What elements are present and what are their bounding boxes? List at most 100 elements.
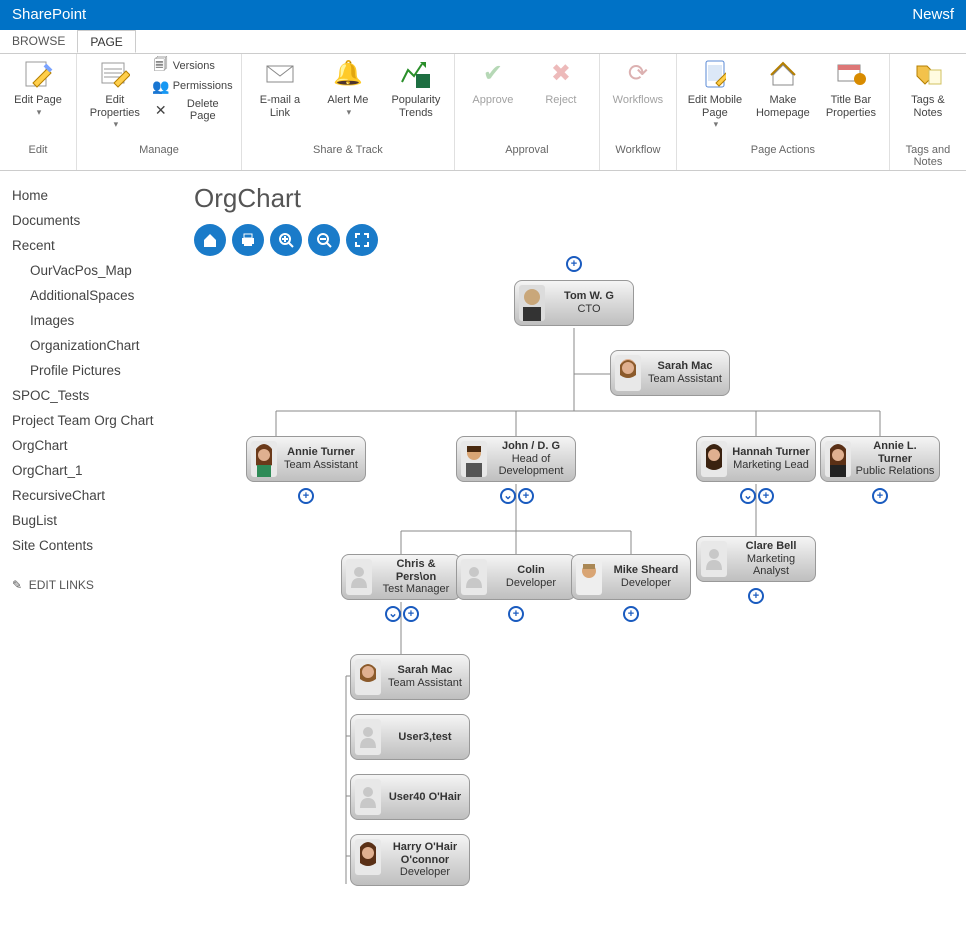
node-anniel[interactable]: Annie L. TurnerPublic Relations (820, 436, 940, 482)
home-button[interactable] (194, 224, 226, 256)
expand-icon[interactable]: + (518, 488, 534, 504)
trends-icon (400, 58, 432, 90)
make-homepage-button[interactable]: Make Homepage (753, 58, 813, 119)
expand-icon[interactable]: + (748, 588, 764, 604)
ribbon-group-approval: ✔Approve ✖Reject Approval (455, 54, 600, 170)
drill-icon[interactable]: ⌄ (740, 488, 756, 504)
ribbon-group-edit: Edit Page▾ Edit (0, 54, 77, 170)
node-sarah2[interactable]: Sarah MacTeam Assistant (350, 654, 470, 700)
node-john[interactable]: John / D. GHead of Development (456, 436, 576, 482)
node-harry[interactable]: Harry O'Hair O'connorDeveloper (350, 834, 470, 886)
email-icon (264, 58, 296, 90)
alert-me-button[interactable]: 🔔Alert Me▾ (318, 58, 378, 117)
sidebar-item-additional[interactable]: AdditionalSpaces (12, 283, 178, 308)
node-clare[interactable]: Clare BellMarketing Analyst (696, 536, 816, 582)
ribbon-group-tags: Tags & Notes Tags and Notes (890, 54, 966, 170)
workflow-icon: ⟳ (622, 58, 654, 90)
print-button[interactable] (232, 224, 264, 256)
permissions-button[interactable]: 👥Permissions (153, 78, 233, 94)
chevron-down-icon: ▾ (347, 107, 352, 117)
drill-icon[interactable]: ⌄ (385, 606, 401, 622)
permissions-icon: 👥 (153, 78, 169, 94)
topbar: SharePoint Newsf (0, 0, 966, 30)
sidebar-item-recur[interactable]: RecursiveChart (12, 483, 178, 508)
versions-icon: 🗐 (153, 58, 169, 74)
top-right[interactable]: Newsf (912, 0, 954, 30)
tags-notes-button[interactable]: Tags & Notes (898, 58, 958, 119)
reject-icon: ✖ (545, 58, 577, 90)
avatar (355, 659, 381, 695)
chart-toolbar (194, 224, 966, 256)
sidebar-item-home[interactable]: Home (12, 183, 178, 208)
node-user40[interactable]: User40 O'Hair (350, 774, 470, 820)
node-tom[interactable]: Tom W. GCTO (514, 280, 634, 326)
avatar (355, 779, 381, 815)
chevron-down-icon: ▾ (37, 107, 42, 117)
sidebar-item-documents[interactable]: Documents (12, 208, 178, 233)
avatar (701, 541, 727, 577)
node-colin[interactable]: ColinDeveloper (456, 554, 576, 600)
expand-up-icon[interactable]: + (566, 256, 582, 272)
node-sarah1[interactable]: Sarah MacTeam Assistant (610, 350, 730, 396)
sidebar: Home Documents Recent OurVacPos_Map Addi… (0, 171, 190, 936)
sidebar-item-recent[interactable]: Recent (12, 233, 178, 258)
titlebar-icon (835, 58, 867, 90)
edit-links[interactable]: ✎ EDIT LINKS (12, 578, 178, 592)
node-annie[interactable]: Annie TurnerTeam Assistant (246, 436, 366, 482)
tags-icon (912, 58, 944, 90)
chevron-down-icon: ▾ (714, 119, 719, 129)
delete-page-button[interactable]: ✕Delete Page (153, 98, 233, 122)
node-mike[interactable]: Mike SheardDeveloper (571, 554, 691, 600)
expand-icon[interactable]: + (508, 606, 524, 622)
ribbon-group-manage: Edit Properties▾ 🗐Versions 👥Permissions … (77, 54, 242, 170)
sidebar-item-org1[interactable]: OrgChart (12, 433, 178, 458)
approve-button[interactable]: ✔Approve (463, 58, 523, 107)
edit-page-icon (22, 58, 54, 90)
node-user3[interactable]: User3,test (350, 714, 470, 760)
node-hannah[interactable]: Hannah TurnerMarketing Lead (696, 436, 816, 482)
versions-button[interactable]: 🗐Versions (153, 58, 215, 74)
fullscreen-button[interactable] (346, 224, 378, 256)
workflows-button[interactable]: ⟳Workflows (608, 58, 668, 107)
expand-icon[interactable]: + (623, 606, 639, 622)
ribbon-group-share: E-mail a Link 🔔Alert Me▾ Popularity Tren… (242, 54, 455, 170)
title-bar-properties-button[interactable]: Title Bar Properties (821, 58, 881, 119)
sidebar-item-org2[interactable]: OrgChart_1 (12, 458, 178, 483)
sidebar-item-orgchart[interactable]: OrganizationChart (12, 333, 178, 358)
sidebar-item-ourvacpos[interactable]: OurVacPos_Map (12, 258, 178, 283)
zoom-out-button[interactable] (308, 224, 340, 256)
ribbon-group-workflow: ⟳Workflows Workflow (600, 54, 677, 170)
avatar (615, 355, 641, 391)
tab-browse[interactable]: BROWSE (0, 30, 77, 53)
delete-icon: ✕ (153, 102, 169, 118)
drill-icon[interactable]: ⌄ (500, 488, 516, 504)
expand-icon[interactable]: + (872, 488, 888, 504)
expand-icon[interactable]: + (298, 488, 314, 504)
sidebar-item-buglist[interactable]: BugList (12, 508, 178, 533)
edit-properties-button[interactable]: Edit Properties▾ (85, 58, 145, 130)
avatar (355, 839, 381, 875)
edit-page-button[interactable]: Edit Page▾ (8, 58, 68, 117)
sidebar-item-sitecontents[interactable]: Site Contents (12, 533, 178, 558)
node-chris[interactable]: Chris & Pers\onTest Manager (341, 554, 461, 600)
zoom-in-button[interactable] (270, 224, 302, 256)
tab-page[interactable]: PAGE (77, 30, 135, 53)
avatar (355, 719, 381, 755)
popularity-trends-button[interactable]: Popularity Trends (386, 58, 446, 119)
pencil-icon: ✎ (12, 578, 22, 592)
ribbon-tabs: BROWSE PAGE (0, 30, 966, 54)
edit-mobile-page-button[interactable]: Edit Mobile Page▾ (685, 58, 745, 130)
reject-button[interactable]: ✖Reject (531, 58, 591, 107)
email-link-button[interactable]: E-mail a Link (250, 58, 310, 119)
alert-icon: 🔔 (332, 58, 364, 90)
expand-icon[interactable]: + (758, 488, 774, 504)
brand: SharePoint (12, 0, 86, 30)
sidebar-item-images[interactable]: Images (12, 308, 178, 333)
sidebar-item-spoc[interactable]: SPOC_Tests (12, 383, 178, 408)
avatar (251, 441, 277, 477)
expand-icon[interactable]: + (403, 606, 419, 622)
chevron-down-icon: ▾ (114, 119, 119, 129)
sidebar-item-profilepics[interactable]: Profile Pictures (12, 358, 178, 383)
sidebar-item-project[interactable]: Project Team Org Chart (12, 408, 178, 433)
avatar (461, 559, 487, 595)
